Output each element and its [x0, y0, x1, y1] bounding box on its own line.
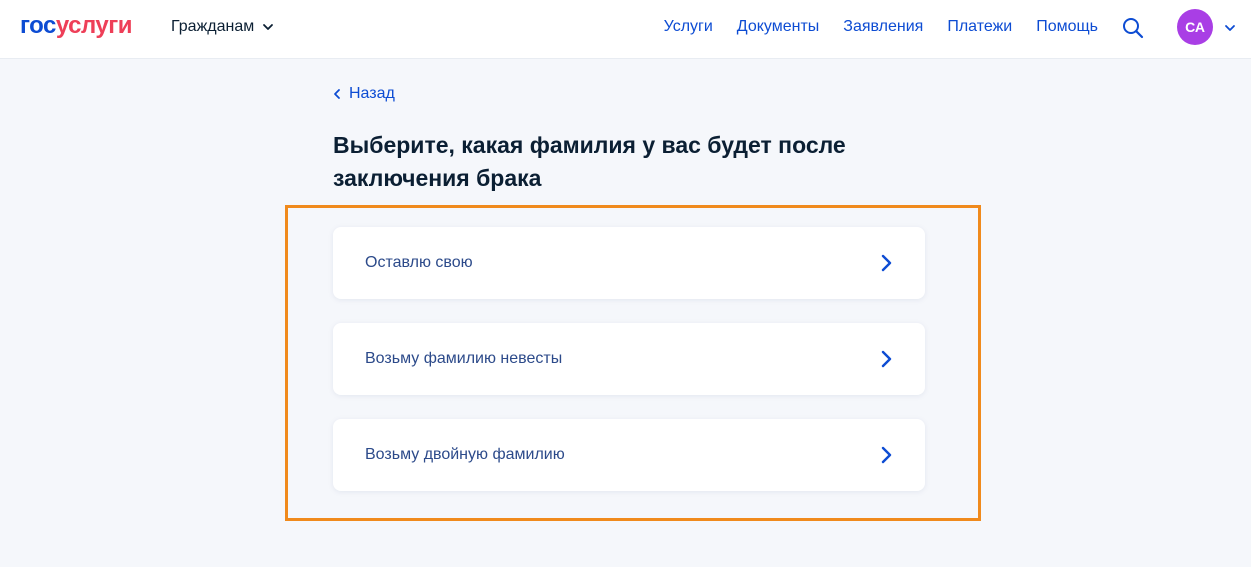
avatar-initials: СА [1185, 19, 1205, 35]
back-link[interactable]: Назад [333, 85, 395, 103]
nav-link-help[interactable]: Помощь [1036, 18, 1098, 36]
nav-link-applications[interactable]: Заявления [843, 18, 923, 36]
chevron-right-icon [881, 254, 892, 272]
option-double-surname[interactable]: Возьму двойную фамилию [333, 419, 925, 491]
option-take-bride-surname[interactable]: Возьму фамилию невесты [333, 323, 925, 395]
top-header: госуслуги Гражданам Услуги Документы Зая… [0, 0, 1251, 59]
logo-part-uslugi: услуги [55, 12, 133, 39]
chevron-right-icon [881, 350, 892, 368]
back-label: Назад [349, 85, 395, 102]
nav-link-payments[interactable]: Платежи [947, 18, 1012, 36]
nav-link-services[interactable]: Услуги [664, 18, 713, 36]
option-label: Возьму двойную фамилию [365, 446, 565, 463]
logo-part-gos: гос [20, 12, 56, 39]
avatar[interactable]: СА [1177, 9, 1213, 45]
page-title: Выберите, какая фамилия у вас будет посл… [333, 132, 846, 191]
option-label: Возьму фамилию невесты [365, 350, 563, 367]
chevron-down-icon [263, 24, 274, 30]
audience-dropdown[interactable]: Гражданам [171, 18, 274, 36]
main-nav: Услуги Документы Заявления Платежи Помощ… [664, 18, 1098, 36]
search-icon[interactable] [1121, 16, 1145, 40]
chevron-down-icon[interactable] [1223, 21, 1237, 35]
nav-link-documents[interactable]: Документы [737, 18, 819, 36]
gosuslugi-logo[interactable]: госуслуги [20, 12, 133, 40]
chevron-right-icon [881, 446, 892, 464]
option-label: Оставлю свою [365, 254, 473, 271]
option-keep-own-surname[interactable]: Оставлю свою [333, 227, 925, 299]
audience-label: Гражданам [171, 18, 255, 35]
chevron-left-icon [334, 89, 340, 99]
